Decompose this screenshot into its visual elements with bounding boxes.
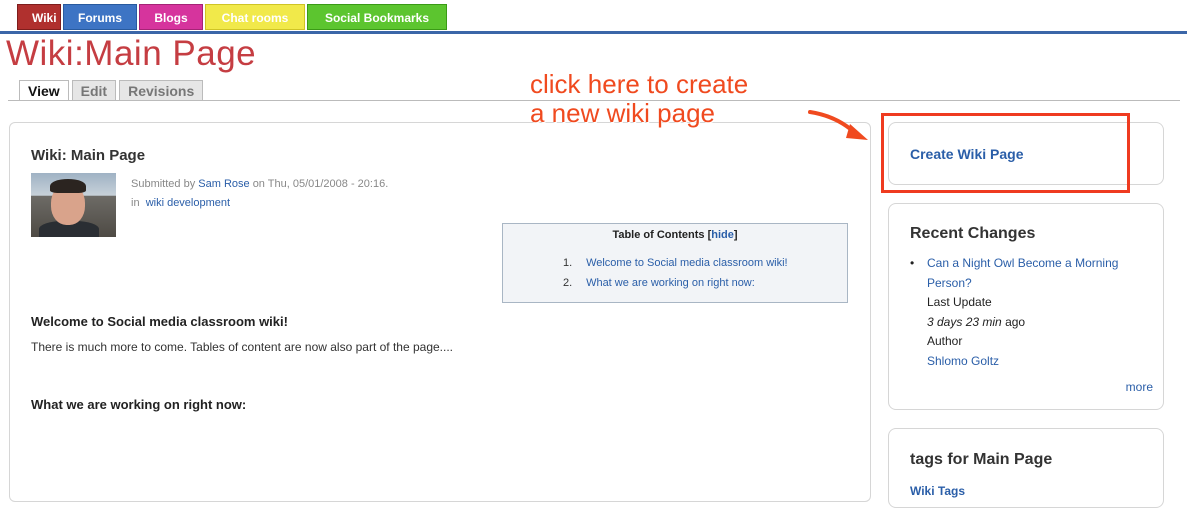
section-heading-welcome: Welcome to Social media classroom wiki! — [31, 314, 288, 329]
author-link[interactable]: Sam Rose — [198, 178, 249, 190]
nav-tab-social-bookmarks[interactable]: Social Bookmarks — [307, 4, 447, 30]
main-content-panel: Wiki: Main Page Submitted by Sam Rose on… — [9, 122, 871, 502]
last-update-suffix: ago — [1005, 314, 1026, 329]
annotation-arrow-icon — [808, 110, 868, 140]
nav-tab-wiki[interactable]: Wiki — [17, 4, 61, 30]
bullet-icon: • — [910, 256, 915, 270]
nav-tab-forums[interactable]: Forums — [63, 4, 137, 30]
author-avatar[interactable] — [31, 173, 116, 237]
annotation-highlight-box — [881, 113, 1130, 193]
recent-changes-title: Recent Changes — [910, 225, 1036, 242]
toc-item-number: 2. — [563, 277, 573, 289]
tab-edit[interactable]: Edit — [71, 80, 117, 100]
last-update-label: Last Update — [927, 295, 992, 309]
page-title: Wiki:Main Page — [6, 34, 257, 73]
toc-title-text: Table of Contents — [612, 229, 705, 241]
top-nav: Wiki Forums Blogs Chat rooms Social Book… — [17, 4, 449, 30]
nav-tab-chat-rooms[interactable]: Chat rooms — [205, 4, 305, 30]
category-link[interactable]: wiki development — [146, 197, 230, 209]
submitted-info: Submitted by Sam Rose on Thu, 05/01/2008… — [131, 178, 388, 190]
toc-hide-link[interactable]: hide — [711, 229, 734, 241]
recent-changes-block: Recent Changes • Can a Night Owl Become … — [888, 203, 1164, 410]
toc-list: 1. Welcome to Social media classroom wik… — [563, 257, 788, 297]
toc-item-number: 1. — [563, 257, 573, 269]
toc-item: 1. Welcome to Social media classroom wik… — [563, 257, 788, 277]
tags-title: tags for Main Page — [910, 451, 1053, 468]
annotation-callout: click here to create a new wiki page — [530, 69, 749, 128]
node-title: Wiki: Main Page — [31, 147, 146, 164]
author-label: Author — [927, 334, 963, 348]
tab-view[interactable]: View — [19, 80, 69, 101]
nav-tab-blogs[interactable]: Blogs — [139, 4, 203, 30]
tags-block: tags for Main Page Wiki Tags — [888, 428, 1164, 508]
wiki-tags-link[interactable]: Wiki Tags — [910, 484, 965, 498]
toc-link-working-on[interactable]: What we are working on right now: — [586, 277, 755, 289]
submitted-date: on Thu, 05/01/2008 - 20:16. — [252, 178, 389, 190]
recent-change-item: • Can a Night Owl Become a Morning Perso… — [910, 254, 1150, 371]
recent-change-link[interactable]: Can a Night Owl Become a Morning Person? — [927, 256, 1118, 290]
toc-link-welcome[interactable]: Welcome to Social media classroom wiki! — [586, 257, 788, 269]
submitted-prefix: Submitted by — [131, 178, 196, 190]
tab-revisions[interactable]: Revisions — [119, 80, 204, 100]
toc-bracket-close: ] — [733, 229, 738, 241]
section-text-welcome: There is much more to come. Tables of co… — [31, 340, 454, 354]
last-update-value: 3 days 23 min — [927, 314, 1002, 329]
category-prefix: in — [131, 197, 140, 209]
page-tabs: View Edit Revisions — [19, 80, 206, 101]
toc-title: Table of Contents [hide] — [503, 229, 847, 241]
toc-item: 2. What we are working on right now: — [563, 277, 788, 297]
category-line: in wiki development — [131, 197, 230, 209]
table-of-contents: Table of Contents [hide] 1. Welcome to S… — [502, 223, 848, 303]
recent-author-link[interactable]: Shlomo Goltz — [927, 354, 999, 368]
section-heading-working-on: What we are working on right now: — [31, 397, 247, 412]
recent-changes-more-link[interactable]: more — [1126, 380, 1153, 394]
